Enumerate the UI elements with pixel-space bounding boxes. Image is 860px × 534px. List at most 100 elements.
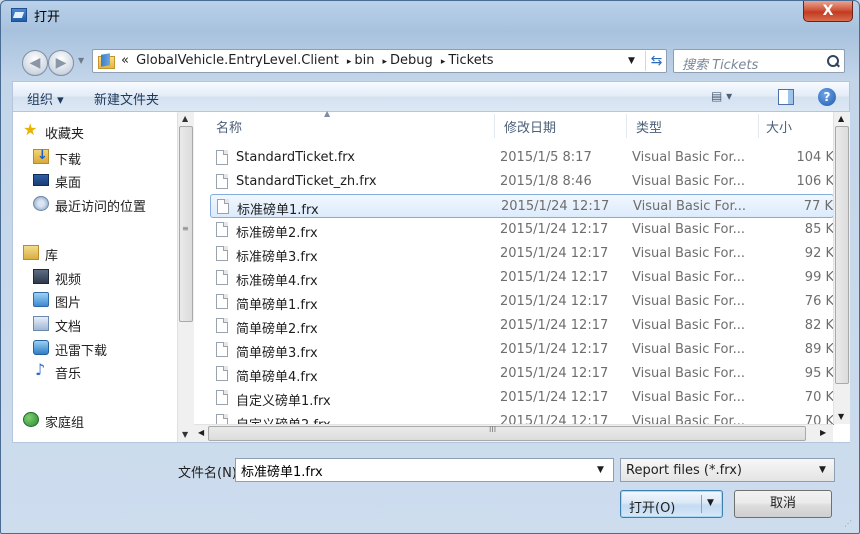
view-options-button[interactable]: ▤ ▾ [711,89,751,107]
file-modified: 2015/1/24 12:17 [500,390,609,405]
chevron-right-icon[interactable]: ▸ [383,57,388,67]
scroll-left-icon[interactable]: ◀ [198,428,204,437]
open-button[interactable]: 打开(O) ▼ [620,490,723,518]
resize-grip-icon[interactable]: ⋰ [844,519,856,531]
breadcrumb-overflow[interactable]: « [121,53,129,68]
new-folder-button[interactable]: 新建文件夹 [94,89,159,108]
column-divider[interactable] [626,114,627,138]
video-icon [33,269,49,284]
split-divider [701,495,702,513]
recent-locations-dropdown[interactable]: ▼ [78,56,88,68]
preview-pane-button[interactable] [778,89,794,105]
scroll-thumb[interactable] [835,126,849,384]
file-type: Visual Basic For... [632,390,746,405]
nav-item-label: 库 [45,249,59,264]
chevron-down-icon[interactable]: ▼ [597,465,604,475]
filename-field[interactable]: ▼ [235,458,614,482]
file-row[interactable]: 自定义磅单1.frx 2015/1/24 12:17 Visual Basic Fo… [210,386,834,410]
folder-icon [98,54,115,69]
column-header-type[interactable]: 类型 [636,112,756,140]
scroll-up-icon[interactable]: ▲ [182,114,188,123]
breadcrumb-item[interactable]: bin [354,53,374,68]
back-button[interactable]: ◀ [22,50,48,76]
forward-button[interactable]: ▶ [48,50,74,76]
file-row[interactable]: 标准磅单3.frx 2015/1/24 12:17 Visual Basic For… [210,242,834,266]
file-type: Visual Basic For... [632,318,746,333]
column-label: 名称 [216,121,243,136]
file-row[interactable]: StandardTicket.frx 2015/1/5 8:17 Visual Ba… [210,146,834,170]
file-type-filter[interactable]: Report files (*.frx) ▼ [620,458,835,482]
help-icon[interactable]: ? [818,88,836,106]
thunder-download-icon [33,340,49,355]
file-name: StandardTicket_zh.frx [236,174,377,189]
file-size: 106 K [796,174,834,189]
file-name: 自定义磅单1.frx [236,394,331,409]
file-row[interactable]: 标准磅单4.frx 2015/1/24 12:17 Visual Basic For… [210,266,834,290]
search-input[interactable]: 搜索 Tickets [673,49,845,73]
file-modified: 2015/1/24 12:17 [500,366,609,381]
scroll-thumb[interactable] [208,426,806,441]
chevron-right-icon[interactable]: ▸ [347,57,352,67]
search-icon[interactable] [826,54,840,68]
file-modified: 2015/1/24 12:17 [501,199,610,214]
file-icon [216,318,228,333]
nav-item-label: 文档 [55,320,82,335]
column-divider[interactable] [494,114,495,138]
file-name: 简单磅单4.frx [236,370,318,385]
cancel-button[interactable]: 取消 [734,490,832,518]
breadcrumb-item[interactable]: Debug [390,53,433,68]
file-icon [216,366,228,381]
file-name: 简单磅单1.frx [236,298,318,313]
breadcrumb-item[interactable]: Tickets [448,53,493,68]
file-row[interactable]: 标准磅单2.frx 2015/1/24 12:17 Visual Basic For… [210,218,834,242]
column-header-modified[interactable]: 修改日期 [504,112,624,140]
pictures-icon [33,292,49,307]
file-row[interactable]: 简单磅单4.frx 2015/1/24 12:17 Visual Basic For… [210,362,834,386]
scroll-up-icon[interactable]: ▲ [838,114,844,123]
file-row[interactable]: StandardTicket_zh.frx 2015/1/8 8:46 Visual… [210,170,834,194]
chevron-right-icon[interactable]: ▸ [441,57,446,67]
open-file-dialog: 打开 X ◀ ▶ ▼ « GlobalVehicle.EntryLevel.Cl… [0,0,860,534]
nav-item-label: 桌面 [55,176,82,191]
scroll-down-icon[interactable]: ▼ [838,412,844,421]
organize-button[interactable]: 组织 ▾ [27,89,64,108]
open-button-label: 打开(O) [629,501,676,516]
desktop-icon [33,174,49,186]
file-type: Visual Basic For... [632,246,746,261]
file-name: 标准磅单2.frx [236,226,318,241]
file-row[interactable]: 简单磅单2.frx 2015/1/24 12:17 Visual Basic For… [210,314,834,338]
file-size: 104 K [796,150,834,165]
list-horizontal-scrollbar[interactable]: ◀ III ▶ [194,424,833,442]
filename-input[interactable] [236,459,596,481]
star-icon [23,120,39,139]
list-vertical-scrollbar[interactable]: ▲ ▼ [833,112,850,424]
file-modified: 2015/1/24 12:17 [500,222,609,237]
file-size: 82 K [804,318,834,333]
file-row[interactable]: 简单磅单1.frx 2015/1/24 12:17 Visual Basic For… [210,290,834,314]
column-divider[interactable] [758,114,759,138]
file-modified: 2015/1/24 12:17 [500,270,609,285]
address-bar[interactable]: « GlobalVehicle.EntryLevel.Client ▸ bin ▸ De… [92,49,667,73]
file-row[interactable]: 标准磅单1.frx 2015/1/24 12:17 Visual Basic For… [210,194,834,218]
nav-item-label: 视频 [55,273,82,288]
column-header-name[interactable]: 名称 ▲ [216,109,488,140]
grip-icon: ≡ [182,224,189,233]
column-header-size[interactable]: 大小 [766,112,826,140]
file-size: 99 K [804,270,834,285]
file-size: 85 K [804,222,834,237]
nav-item-label: 音乐 [55,367,82,382]
address-dropdown-icon[interactable]: ▼ [628,56,635,66]
open-options-dropdown-icon[interactable]: ▼ [707,498,714,508]
nav-item-label: 图片 [55,296,82,311]
nav-scrollbar[interactable]: ▲ ≡ ▼ [177,112,194,442]
title-bar[interactable]: 打开 X [1,1,859,27]
scroll-right-icon[interactable]: ▶ [820,428,826,437]
column-label: 类型 [636,121,663,136]
file-icon [216,246,228,261]
scroll-down-icon[interactable]: ▼ [182,430,188,439]
refresh-button[interactable]: ⇆ [645,51,667,71]
close-button[interactable]: X [803,1,853,22]
breadcrumb-item[interactable]: GlobalVehicle.EntryLevel.Client [136,53,339,68]
file-icon [216,294,228,309]
file-row[interactable]: 简单磅单3.frx 2015/1/24 12:17 Visual Basic For… [210,338,834,362]
